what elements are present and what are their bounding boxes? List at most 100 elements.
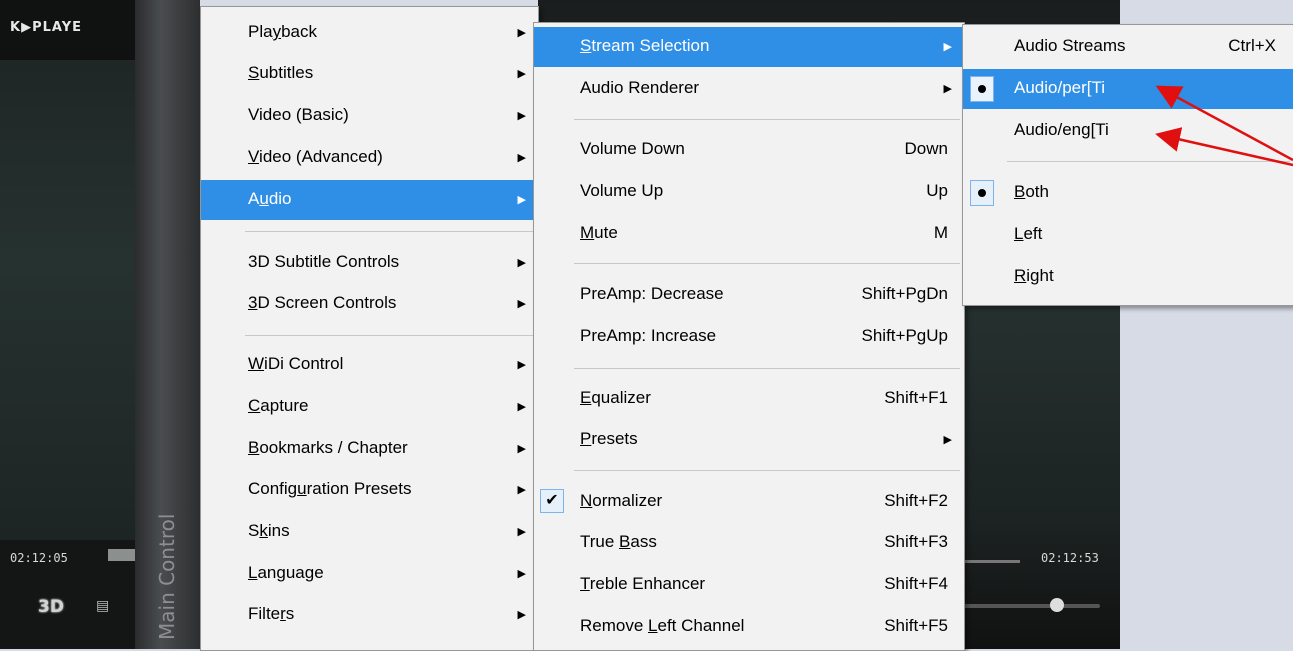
label-post: ookmarks / Chapter bbox=[259, 438, 408, 457]
menu-item-preamp-increase[interactable]: PreAmp: Increase Shift+PgUp bbox=[534, 317, 964, 357]
label-pre: True bbox=[580, 532, 620, 551]
menu-item-skins[interactable]: Skins ▶ bbox=[201, 512, 538, 552]
menu-item-audio-renderer[interactable]: Audio Renderer ▶ bbox=[534, 69, 964, 109]
submenu-arrow-icon: ▶ bbox=[943, 434, 952, 446]
menu-item-configuration-presets[interactable]: Configuration Presets ▶ bbox=[201, 470, 538, 510]
menu-item-label: Filters bbox=[248, 604, 294, 624]
menu-item-label: Language bbox=[248, 563, 324, 583]
submenu-arrow-icon: ▶ bbox=[517, 257, 526, 269]
label-post: tream Selection bbox=[591, 36, 710, 55]
menu-item-label: Volume Down bbox=[580, 139, 685, 159]
submenu-audio: Stream Selection ▶ Audio Renderer ▶ Volume D… bbox=[533, 22, 965, 651]
menu-item-label: Bookmarks / Chapter bbox=[248, 438, 408, 458]
menu-item-normalizer[interactable]: Normalizer Shift+F2 ✔ bbox=[534, 482, 964, 522]
label-post: s bbox=[285, 604, 295, 623]
label-accelerator: W bbox=[248, 354, 265, 373]
menu-item-label: Audio Renderer bbox=[580, 78, 699, 98]
total-time: 02:12:53 bbox=[1041, 551, 1099, 565]
menu-item-equalizer[interactable]: Equalizer Shift+F1 bbox=[534, 379, 964, 419]
volume-slider[interactable] bbox=[950, 604, 1100, 608]
label-accelerator: R bbox=[1014, 266, 1027, 285]
menu-item-right[interactable]: Right bbox=[963, 257, 1293, 297]
submenu-arrow-icon: ▶ bbox=[943, 41, 952, 53]
label-accelerator: P bbox=[580, 429, 592, 448]
menu-item-left[interactable]: Left bbox=[963, 215, 1293, 255]
menu-item-label: Normalizer bbox=[580, 491, 662, 511]
menu-shortcut: Up bbox=[926, 181, 948, 200]
submenu-arrow-icon: ▶ bbox=[943, 83, 952, 95]
menu-item-audio-eng-ti[interactable]: Audio/eng[Ti bbox=[963, 111, 1293, 151]
label-post: ubtitles bbox=[259, 63, 314, 82]
submenu-arrow-icon: ▶ bbox=[517, 526, 526, 538]
submenu-arrow-icon: ▶ bbox=[517, 194, 526, 206]
menu-item-label: PreAmp: Decrease bbox=[580, 284, 724, 304]
label-pre: PreAmp: Increase bbox=[580, 326, 717, 345]
menu-separator bbox=[574, 119, 960, 120]
submenu-arrow-icon: ▶ bbox=[517, 484, 526, 496]
elapsed-time: 02:12:05 bbox=[10, 551, 68, 565]
label-post: iDi Control bbox=[264, 354, 344, 373]
menu-item-presets[interactable]: Presets ▶ bbox=[534, 420, 964, 460]
menu-shortcut: Shift+F1 bbox=[884, 388, 948, 407]
label-post: anguage bbox=[257, 563, 324, 582]
label-accelerator: M bbox=[580, 223, 595, 242]
menu-item-language[interactable]: Language ▶ bbox=[201, 554, 538, 594]
label-accelerator: B bbox=[619, 532, 631, 551]
menu-item-true-bass[interactable]: True Bass Shift+F3 bbox=[534, 523, 964, 563]
menu-item-volume-up[interactable]: Volume Up Up bbox=[534, 172, 964, 212]
menu-item-mute[interactable]: Mute M bbox=[534, 214, 964, 254]
label-accelerator: B bbox=[1014, 182, 1026, 201]
menu-item-filters[interactable]: Filters ▶ bbox=[201, 595, 538, 635]
context-menu-main: Playback ▶ Subtitles ▶ Video (Basic) ▶ Video (… bbox=[200, 6, 539, 651]
menu-item-treble-enhancer[interactable]: Treble Enhancer Shift+F4 bbox=[534, 565, 964, 605]
menu-shortcut: Shift+F2 bbox=[884, 491, 948, 510]
menu-item-volume-down[interactable]: Volume Down Down bbox=[534, 130, 964, 170]
submenu-arrow-icon: ▶ bbox=[517, 359, 526, 371]
menu-shortcut: Ctrl+X bbox=[1228, 36, 1276, 55]
3d-button[interactable]: 3D bbox=[38, 597, 64, 617]
menu-item-3d-subtitle-controls[interactable]: 3D Subtitle Controls ▶ bbox=[201, 243, 538, 283]
menu-item-capture[interactable]: Capture ▶ bbox=[201, 387, 538, 427]
volume-knob[interactable] bbox=[1050, 598, 1064, 612]
label-pre: Volume Down bbox=[580, 139, 685, 158]
label-pre: Audio Streams bbox=[1014, 36, 1126, 55]
seek-bar[interactable] bbox=[108, 549, 135, 561]
label-accelerator: u bbox=[259, 189, 269, 208]
menu-item-widi-control[interactable]: WiDi Control ▶ bbox=[201, 345, 538, 385]
label-pre: PreAmp: Decrease bbox=[580, 284, 724, 303]
menu-item-label: 3D Screen Controls bbox=[248, 293, 396, 313]
label-post: eft Channel bbox=[657, 616, 745, 635]
menu-item-audio[interactable]: Audio ▶ bbox=[201, 180, 538, 220]
menu-item-subtitles[interactable]: Subtitles ▶ bbox=[201, 54, 538, 94]
menu-item-video-basic[interactable]: Video (Basic) ▶ bbox=[201, 96, 538, 136]
menu-item-preamp-decrease[interactable]: PreAmp: Decrease Shift+PgDn bbox=[534, 275, 964, 315]
menu-item-bookmarks-chapter[interactable]: Bookmarks / Chapter ▶ bbox=[201, 429, 538, 469]
label-post: back bbox=[281, 22, 317, 41]
label-post: ideo (Advanced) bbox=[259, 147, 383, 166]
menu-separator bbox=[574, 263, 960, 264]
menu-item-playback[interactable]: Playback ▶ bbox=[201, 13, 538, 53]
menu-item-label: Remove Left Channel bbox=[580, 616, 744, 636]
main-control-label: Main Control bbox=[155, 513, 179, 640]
label-accelerator: L bbox=[648, 616, 658, 635]
menu-item-both[interactable]: Both bbox=[963, 173, 1293, 213]
menu-shortcut: Down bbox=[904, 139, 948, 158]
menu-item-label: Video (Basic) bbox=[248, 105, 349, 125]
menu-item-3d-screen-controls[interactable]: 3D Screen Controls ▶ bbox=[201, 284, 538, 324]
player-logo: K▶PLAYE bbox=[10, 20, 82, 35]
menu-shortcut: Shift+F4 bbox=[884, 574, 948, 593]
menu-item-audio-per-ti[interactable]: Audio/per[Ti bbox=[963, 69, 1293, 109]
menu-item-remove-left-channel[interactable]: Remove Left Channel Shift+F5 bbox=[534, 607, 964, 647]
menu-item-video-advanced[interactable]: Video (Advanced) ▶ bbox=[201, 138, 538, 178]
menu-item-audio-streams[interactable]: Audio Streams Ctrl+X bbox=[963, 27, 1293, 67]
submenu-arrow-icon: ▶ bbox=[517, 568, 526, 580]
label-pre: Audio Renderer bbox=[580, 78, 700, 97]
playlist-icon[interactable]: ▤ bbox=[96, 597, 109, 614]
label-pre: Config bbox=[248, 479, 298, 498]
label-accelerator: C bbox=[248, 396, 261, 415]
menu-shortcut: Shift+PgUp bbox=[861, 326, 948, 345]
label-post: ass bbox=[630, 532, 657, 551]
menu-item-stream-selection[interactable]: Stream Selection ▶ bbox=[534, 27, 964, 67]
label-post: ight bbox=[1026, 266, 1054, 285]
label-post: resets bbox=[591, 429, 638, 448]
